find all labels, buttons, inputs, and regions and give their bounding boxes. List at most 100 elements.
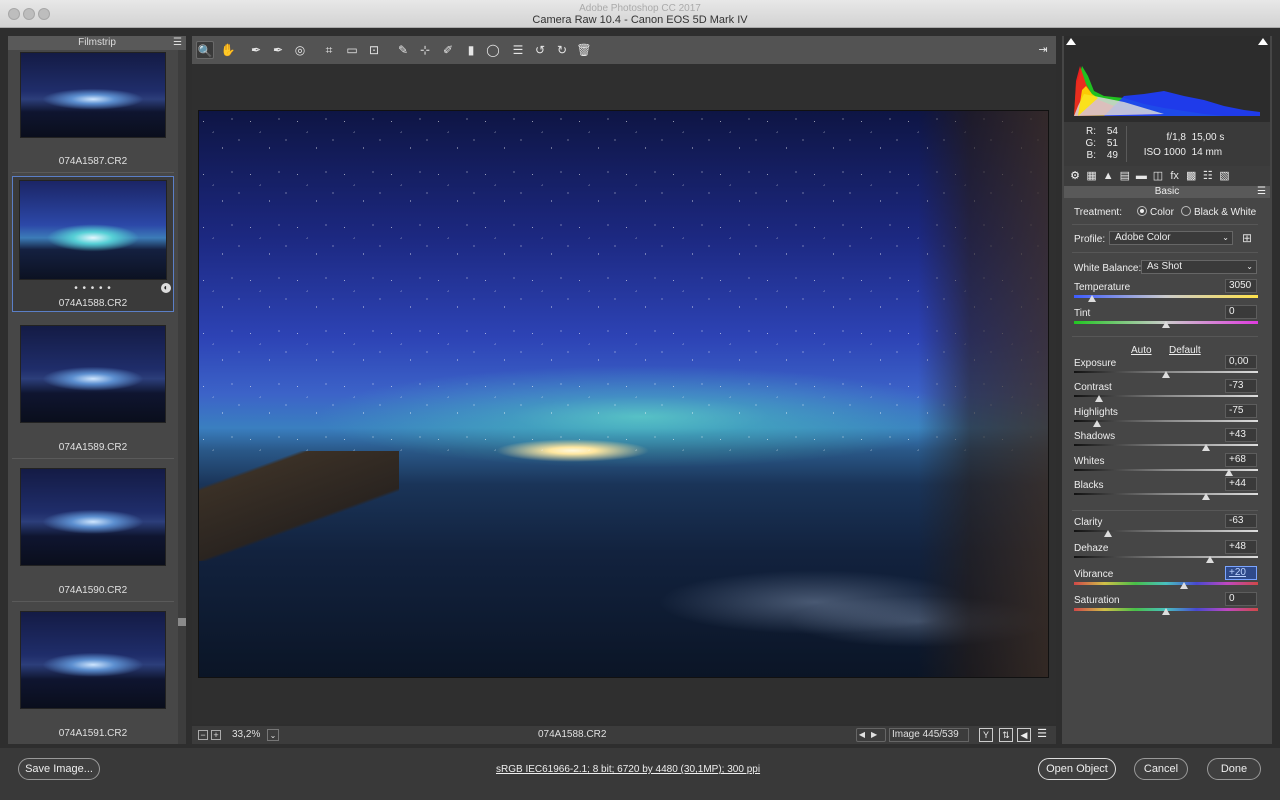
white-balance-tool-icon[interactable]: ✒: [247, 41, 265, 59]
basic-panel-icon[interactable]: ⚙: [1068, 169, 1082, 183]
auto-link[interactable]: Auto: [1131, 345, 1152, 356]
camera-calibration-icon[interactable]: ▩: [1184, 169, 1198, 183]
slider-value-temperature[interactable]: 3050: [1225, 279, 1257, 293]
slider-track-temperature[interactable]: [1074, 295, 1258, 298]
slider-value-blacks[interactable]: +44: [1225, 477, 1257, 491]
targeted-adjustment-tool-icon[interactable]: ◎: [291, 41, 309, 59]
color-sampler-tool-icon[interactable]: ✒: [269, 41, 287, 59]
zoom-out-button[interactable]: −: [198, 730, 208, 740]
filmstrip-rating-2[interactable]: • • • • •: [8, 283, 178, 294]
profile-dropdown[interactable]: Adobe Color ⌄: [1109, 231, 1233, 245]
done-button[interactable]: Done: [1207, 758, 1261, 780]
slider-value-highlights[interactable]: -75: [1225, 404, 1257, 418]
filmstrip-scroll-thumb[interactable]: [178, 618, 186, 626]
zoom-level[interactable]: 33,2%: [232, 729, 260, 740]
preferences-icon[interactable]: ☰: [509, 41, 527, 59]
spot-removal-tool-icon[interactable]: ✎: [394, 41, 412, 59]
toggle-fullscreen-icon[interactable]: ⇥: [1034, 41, 1052, 59]
filmstrip-thumbnail-2[interactable]: [19, 180, 167, 280]
radio-color[interactable]: [1137, 206, 1147, 216]
filmstrip-thumbnail-5[interactable]: [20, 611, 166, 709]
lens-corrections-icon[interactable]: ◫: [1151, 169, 1165, 183]
photo-preview[interactable]: [198, 110, 1049, 678]
rotate-right-icon[interactable]: ↻: [553, 41, 571, 59]
filmstrip-title: Filmstrip: [78, 37, 116, 48]
tone-curve-icon[interactable]: ▦: [1085, 169, 1099, 183]
dialog-footer: Save Image... sRGB IEC61966-2.1; 8 bit; …: [0, 748, 1280, 800]
before-after-icon[interactable]: Y: [979, 728, 993, 742]
graduated-filter-icon[interactable]: ▮: [462, 41, 480, 59]
image-preview-area[interactable]: [192, 64, 1056, 724]
image-nav-arrows[interactable]: ◀▶: [856, 728, 886, 742]
slider-thumb-exposure[interactable]: [1162, 371, 1170, 378]
slider-thumb-dehaze[interactable]: [1206, 556, 1215, 563]
filmstrip-menu-icon[interactable]: ☰: [173, 36, 182, 50]
filmstrip-thumbnail-3[interactable]: [20, 325, 166, 423]
slider-thumb-shadows[interactable]: [1201, 444, 1210, 451]
slider-track-highlights[interactable]: [1074, 420, 1258, 422]
slider-thumb-saturation[interactable]: [1162, 608, 1170, 615]
slider-value-whites[interactable]: +68: [1225, 453, 1257, 467]
slider-value-dehaze[interactable]: +48: [1225, 540, 1257, 554]
workflow-options-link[interactable]: sRGB IEC61966-2.1; 8 bit; 6720 by 4480 (…: [496, 764, 760, 775]
slider-track-blacks[interactable]: [1074, 493, 1258, 495]
presets-icon[interactable]: ☷: [1201, 169, 1215, 183]
shadow-clipping-warning-icon[interactable]: [1066, 38, 1076, 45]
adjustment-brush-icon[interactable]: ✐: [439, 41, 457, 59]
treatment-bw-option[interactable]: Black & White: [1181, 206, 1256, 218]
slider-value-tint[interactable]: 0: [1225, 305, 1257, 319]
slider-track-dehaze[interactable]: [1074, 556, 1258, 558]
rotate-left-icon[interactable]: ↺: [531, 41, 549, 59]
trash-icon[interactable]: 🗑: [575, 41, 593, 59]
slider-thumb-clarity[interactable]: [1104, 530, 1113, 537]
slider-thumb-highlights[interactable]: [1093, 420, 1101, 427]
swap-settings-icon[interactable]: ⇅: [999, 728, 1013, 742]
open-object-button[interactable]: Open Object: [1038, 758, 1116, 780]
tool-bar: ⇥ 🔍 ✋ ✒ ✒ ◎ ⌗ ▭ ⊡ ✎ ⊹ ✐ ▮ ◯ ☰ ↺ ↻ 🗑: [192, 36, 1056, 64]
slider-track-shadows[interactable]: [1074, 444, 1258, 446]
effects-icon[interactable]: fx: [1168, 169, 1182, 183]
copy-settings-icon[interactable]: ◀: [1017, 728, 1031, 742]
filmstrip-thumbnail-1[interactable]: [20, 52, 166, 138]
slider-label-saturation: Saturation: [1074, 595, 1120, 606]
red-eye-tool-icon[interactable]: ⊹: [416, 41, 434, 59]
slider-thumb-tint[interactable]: [1162, 321, 1170, 328]
transform-tool-icon[interactable]: ⊡: [365, 41, 383, 59]
radial-filter-icon[interactable]: ◯: [484, 41, 502, 59]
slider-value-vibrance[interactable]: +20: [1225, 566, 1257, 580]
highlight-clipping-warning-icon[interactable]: [1258, 38, 1268, 45]
slider-value-contrast[interactable]: -73: [1225, 379, 1257, 393]
slider-track-clarity[interactable]: [1074, 530, 1258, 532]
filmstrip-thumbnail-4[interactable]: [20, 468, 166, 566]
hsl-icon[interactable]: ▤: [1118, 169, 1132, 183]
slider-value-saturation[interactable]: 0: [1225, 592, 1257, 606]
slider-track-vibrance[interactable]: [1074, 582, 1258, 585]
panel-menu-icon[interactable]: ☰: [1257, 186, 1266, 198]
slider-value-shadows[interactable]: +43: [1225, 428, 1257, 442]
radio-bw[interactable]: [1181, 206, 1191, 216]
slider-value-exposure[interactable]: 0,00: [1225, 355, 1257, 369]
slider-thumb-blacks[interactable]: [1202, 493, 1211, 500]
filmstrip-scrollbar[interactable]: [178, 50, 186, 744]
slider-value-clarity[interactable]: -63: [1225, 514, 1257, 528]
split-toning-icon[interactable]: ▬: [1134, 169, 1148, 183]
profile-browser-icon[interactable]: ⊞: [1239, 231, 1255, 245]
zoom-in-button[interactable]: +: [211, 730, 221, 740]
hand-tool-icon[interactable]: ✋: [219, 41, 237, 59]
preview-preferences-icon[interactable]: ☰: [1035, 728, 1049, 742]
treatment-color-option[interactable]: Color: [1137, 206, 1174, 218]
detail-icon[interactable]: ▲: [1101, 169, 1115, 183]
crop-tool-icon[interactable]: ⌗: [320, 41, 338, 59]
slider-thumb-vibrance[interactable]: [1180, 582, 1189, 589]
save-image-button[interactable]: Save Image...: [18, 758, 100, 780]
slider-thumb-contrast[interactable]: [1094, 395, 1103, 402]
zoom-tool-icon[interactable]: 🔍: [196, 41, 214, 59]
slider-thumb-temperature[interactable]: [1088, 295, 1097, 302]
cancel-button[interactable]: Cancel: [1134, 758, 1188, 780]
white-balance-dropdown[interactable]: As Shot ⌄: [1141, 260, 1257, 274]
default-link[interactable]: Default: [1169, 345, 1201, 356]
zoom-dropdown-icon[interactable]: ⌄: [267, 729, 279, 741]
straighten-tool-icon[interactable]: ▭: [343, 41, 361, 59]
slider-thumb-whites[interactable]: [1224, 469, 1233, 476]
snapshots-icon[interactable]: ▧: [1217, 169, 1231, 183]
